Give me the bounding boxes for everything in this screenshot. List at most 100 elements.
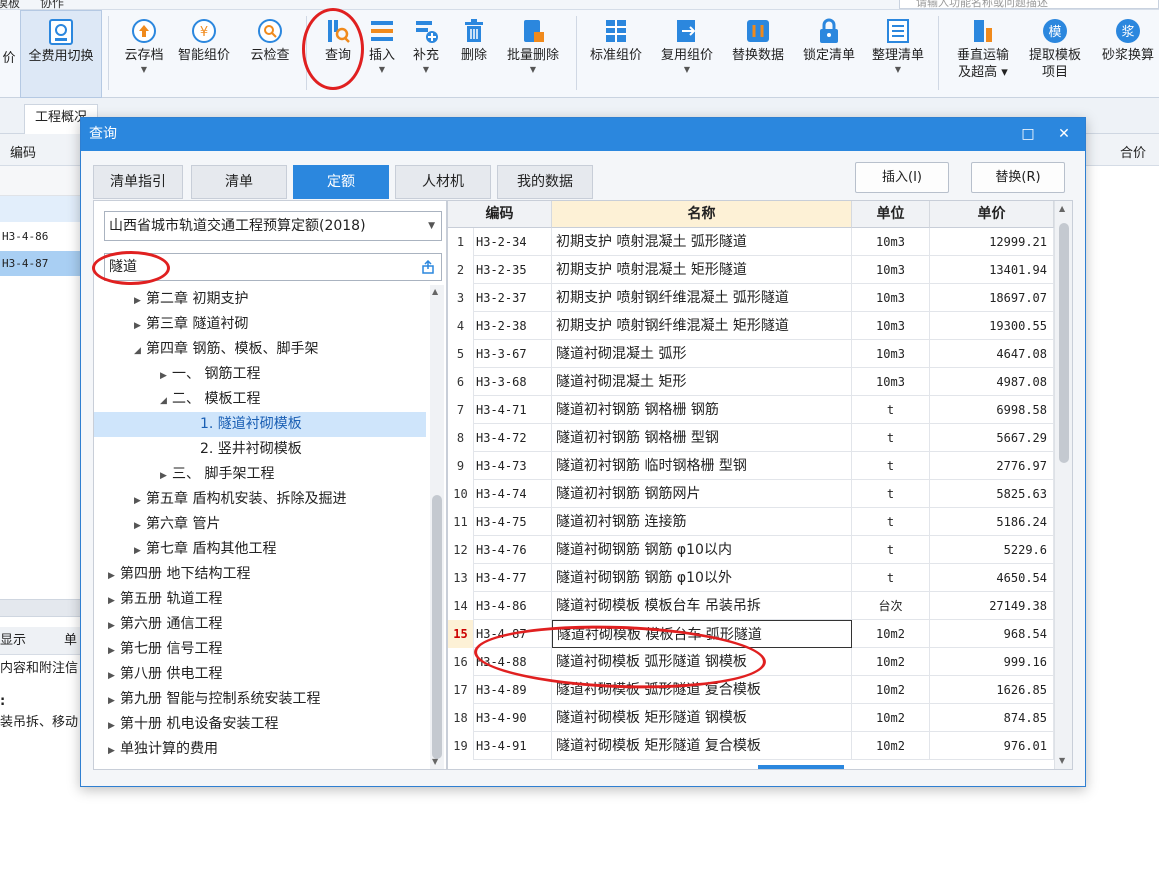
cell-code[interactable]: H3-2-38 [474,312,552,340]
tab-list[interactable]: 清单 [191,165,287,199]
table-row[interactable]: 13 H3-4-77 隧道衬砌钢筋 钢筋 φ10以外 t 4650.54 [448,564,1054,592]
cell-price[interactable]: 4647.08 [930,340,1054,368]
table-row[interactable]: 3 H3-2-37 初期支护 喷射钢纤维混凝土 弧形隧道 10m3 18697.07 [448,284,1054,312]
cell-price[interactable]: 976.01 [930,732,1054,760]
cell-name[interactable]: 隧道衬砌混凝土 矩形 [552,368,852,396]
expand-arrow-icon[interactable]: ▶ [108,639,120,664]
tree-node[interactable]: ▶ 第七册 信号工程 [108,637,222,662]
organize-list-button[interactable]: 整理清单 ▼ [866,10,930,98]
cell-unit[interactable]: 10m2 [852,732,930,760]
menu-item-template[interactable]: 模板 [0,0,20,9]
cell-unit[interactable]: 10m2 [852,676,930,704]
cell-unit[interactable]: 10m3 [852,312,930,340]
batch-delete-button[interactable]: 批量删除 ▼ [500,10,566,98]
expand-arrow-icon[interactable]: ▶ [108,714,120,739]
cloud-save-button[interactable]: 云存档 ▼ [118,10,170,98]
cell-price[interactable]: 999.16 [930,648,1054,676]
tree-node[interactable]: ▶ 第八册 供电工程 [108,662,222,687]
table-row[interactable]: 4 H3-2-38 初期支护 喷射钢纤维混凝土 矩形隧道 10m3 19300.55 [448,312,1054,340]
tree-node[interactable]: ▶ 第七章 盾构其他工程 [134,537,276,562]
tree-node[interactable]: ▶ 三、 脚手架工程 [160,462,274,487]
cell-name[interactable]: 隧道初衬钢筋 钢筋网片 [552,480,852,508]
cell-code[interactable]: H3-2-37 [474,284,552,312]
table-row[interactable]: 2 H3-2-35 初期支护 喷射混凝土 矩形隧道 10m3 13401.94 [448,256,1054,284]
delete-button[interactable]: 删除 [454,10,494,98]
cell-price[interactable]: 13401.94 [930,256,1054,284]
scroll-up-icon[interactable]: ▲ [432,287,438,296]
cell-unit[interactable]: t [852,536,930,564]
expand-arrow-icon[interactable]: ▶ [108,664,120,689]
cell-code[interactable]: H3-2-34 [474,228,552,256]
cell-code[interactable]: H3-4-73 [474,452,552,480]
tree-node[interactable]: ▶ 第五章 盾构机安装、拆除及掘进 [134,487,346,512]
table-row[interactable]: 9 H3-4-73 隧道初衬钢筋 临时钢格栅 型钢 t 2776.97 [448,452,1054,480]
reuse-price-button[interactable]: 复用组价 ▼ [654,10,720,98]
cell-price[interactable]: 27149.38 [930,592,1054,620]
insert-button[interactable]: 插入(I) [855,162,949,193]
cell-price[interactable]: 2776.97 [930,452,1054,480]
scroll-up-icon[interactable]: ▲ [1059,204,1065,213]
cell-code[interactable]: H3-3-67 [474,340,552,368]
help-search-input[interactable]: 请输入功能名称或问题描述 [899,0,1159,9]
ribbon-button-cutoff[interactable]: 价 [0,10,18,98]
standard-price-button[interactable]: 标准组价 [584,10,648,98]
tab-quota[interactable]: 定额 [293,165,389,199]
tree-node[interactable]: ▶ 第四册 地下结构工程 [108,562,250,587]
cell-unit[interactable]: 10m3 [852,368,930,396]
cell-unit[interactable]: 台次 [852,592,930,620]
cell-unit[interactable]: t [852,564,930,592]
cell-price[interactable]: 4650.54 [930,564,1054,592]
expand-arrow-icon[interactable]: ▶ [108,589,120,614]
tree-node[interactable]: ▶ 单独计算的费用 [108,737,218,762]
cell-code[interactable]: H3-4-77 [474,564,552,592]
table-row[interactable]: 14 H3-4-86 隧道衬砌模板 模板台车 吊装吊拆 台次 27149.38 [448,592,1054,620]
cell-price[interactable]: 5667.29 [930,424,1054,452]
cell-name[interactable]: 隧道衬砌钢筋 钢筋 φ10以内 [552,536,852,564]
column-name-header[interactable]: 名称 [552,201,852,228]
expand-arrow-icon[interactable]: ▶ [108,614,120,639]
tree-node[interactable]: ▶ 第五册 轨道工程 [108,587,222,612]
close-icon[interactable]: ✕ [1053,118,1075,151]
cell-code[interactable]: H3-4-71 [474,396,552,424]
cell-name[interactable]: 初期支护 喷射钢纤维混凝土 矩形隧道 [552,312,852,340]
cell-price[interactable]: 874.85 [930,704,1054,732]
menu-item-collab[interactable]: 协作 [40,0,64,9]
cell-name[interactable]: 隧道初衬钢筋 连接筋 [552,508,852,536]
expand-arrow-icon[interactable]: ▶ [134,314,146,339]
cloud-check-button[interactable]: 云检查 [242,10,298,98]
vertical-transport-button[interactable]: 垂直运输 及超高 ▾ [948,10,1018,98]
background-row-selected[interactable]: H3-4-87 [0,251,80,276]
scroll-down-icon[interactable]: ▼ [1059,756,1065,765]
table-row[interactable]: 18 H3-4-90 隧道衬砌模板 矩形隧道 钢模板 10m2 874.85 [448,704,1054,732]
column-price-header[interactable]: 单价 [930,201,1054,228]
cell-name[interactable]: 初期支护 喷射混凝土 矩形隧道 [552,256,852,284]
cell-unit[interactable]: t [852,508,930,536]
cell-unit[interactable]: t [852,396,930,424]
cell-code[interactable]: H3-4-75 [474,508,552,536]
replace-button[interactable]: 替换(R) [971,162,1065,193]
tree-node[interactable]: ▶ 第二章 初期支护 [134,287,248,312]
table-row[interactable]: 8 H3-4-72 隧道初衬钢筋 钢格栅 型钢 t 5667.29 [448,424,1054,452]
cell-name[interactable]: 隧道衬砌模板 矩形隧道 钢模板 [552,704,852,732]
cell-name[interactable]: 初期支护 喷射混凝土 弧形隧道 [552,228,852,256]
table-row[interactable]: 12 H3-4-76 隧道衬砌钢筋 钢筋 φ10以内 t 5229.6 [448,536,1054,564]
tree-node[interactable]: ◢ 第四章 钢筋、模板、脚手架 [134,337,318,362]
scroll-down-icon[interactable]: ▼ [432,757,438,766]
table-row[interactable]: 7 H3-4-71 隧道初衬钢筋 钢格栅 钢筋 t 6998.58 [448,396,1054,424]
tree-node[interactable]: 1. 隧道衬砌模板 [188,412,302,437]
search-icon[interactable] [421,260,435,274]
table-row[interactable]: 1 H3-2-34 初期支护 喷射混凝土 弧形隧道 10m3 12999.21 [448,228,1054,256]
cell-code[interactable]: H3-3-68 [474,368,552,396]
cell-name[interactable]: 初期支护 喷射钢纤维混凝土 弧形隧道 [552,284,852,312]
cell-unit[interactable]: 10m3 [852,228,930,256]
table-row[interactable]: 10 H3-4-74 隧道初衬钢筋 钢筋网片 t 5825.63 [448,480,1054,508]
expand-arrow-icon[interactable]: ▶ [134,489,146,514]
cell-price[interactable]: 12999.21 [930,228,1054,256]
tab-list-guide[interactable]: 清单指引 [93,165,183,199]
grid-scrollbar[interactable]: ▲ ▼ [1054,201,1072,769]
cell-price[interactable]: 1626.85 [930,676,1054,704]
cell-name[interactable]: 隧道衬砌钢筋 钢筋 φ10以外 [552,564,852,592]
supplement-button[interactable]: 补充 ▼ [406,10,446,98]
column-unit-header[interactable]: 单位 [852,201,930,228]
cell-code[interactable]: H3-4-74 [474,480,552,508]
